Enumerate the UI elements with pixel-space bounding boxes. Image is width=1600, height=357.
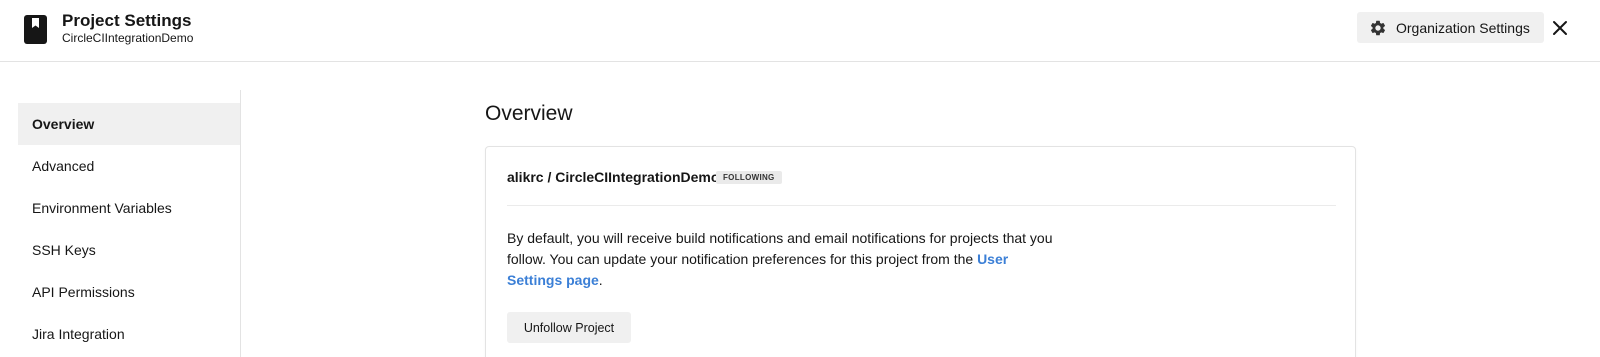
close-icon[interactable] bbox=[1551, 19, 1569, 37]
settings-sidebar: Overview Advanced Environment Variables … bbox=[18, 103, 241, 355]
sidebar-item-jira-integration[interactable]: Jira Integration bbox=[18, 313, 241, 355]
project-name: CircleCIIntegrationDemo bbox=[62, 31, 194, 45]
section-title: Overview bbox=[485, 102, 573, 125]
sidebar-item-advanced[interactable]: Advanced bbox=[18, 145, 241, 187]
notification-description: By default, you will receive build notif… bbox=[507, 228, 1067, 291]
description-end: . bbox=[598, 272, 603, 288]
sidebar-item-environment-variables[interactable]: Environment Variables bbox=[18, 187, 241, 229]
bookmark-book-icon bbox=[24, 15, 47, 44]
page-title: Project Settings bbox=[62, 11, 192, 30]
sidebar-item-overview[interactable]: Overview bbox=[18, 103, 241, 145]
organization-settings-button[interactable]: Organization Settings bbox=[1357, 12, 1544, 43]
sidebar-item-api-permissions[interactable]: API Permissions bbox=[18, 271, 241, 313]
gear-icon bbox=[1370, 20, 1386, 35]
organization-settings-label: Organization Settings bbox=[1396, 19, 1530, 36]
overview-card: alikrc / CircleCIIntegrationDemo FOLLOWI… bbox=[485, 146, 1356, 357]
repo-name: alikrc / CircleCIIntegrationDemo bbox=[507, 169, 720, 185]
following-badge: FOLLOWING bbox=[716, 171, 782, 184]
unfollow-project-button[interactable]: Unfollow Project bbox=[507, 312, 631, 343]
description-text: By default, you will receive build notif… bbox=[507, 230, 1053, 267]
top-header: Project Settings CircleCIIntegrationDemo… bbox=[0, 0, 1600, 62]
card-divider bbox=[507, 205, 1336, 206]
sidebar-divider bbox=[240, 90, 241, 357]
sidebar-item-ssh-keys[interactable]: SSH Keys bbox=[18, 229, 241, 271]
